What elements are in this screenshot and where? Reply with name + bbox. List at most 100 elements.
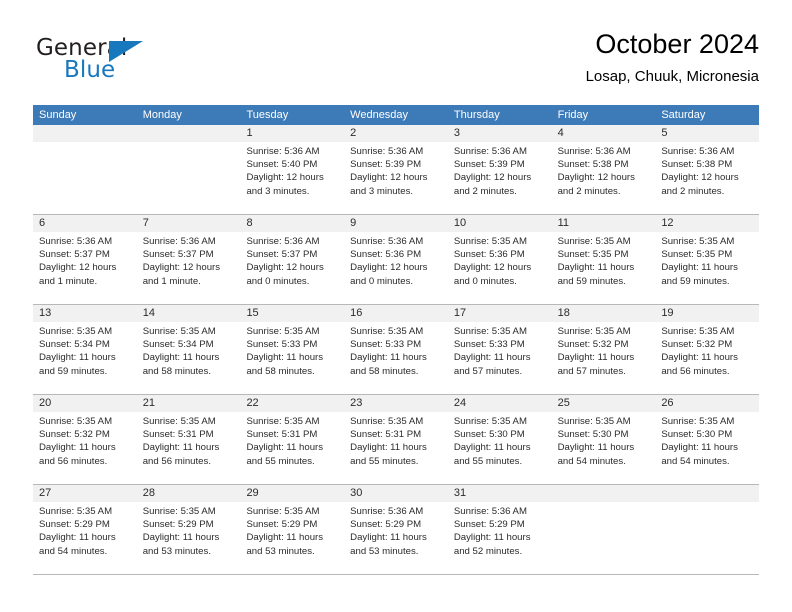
daylight-text-line2: and 59 minutes. bbox=[557, 275, 626, 287]
calendar-day-cell[interactable]: 8 Sunrise: 5:36 AM Sunset: 5:37 PM Daylight… bbox=[240, 215, 345, 304]
day-details: Sunrise: 5:35 AM Sunset: 5:33 PM Daylight:… bbox=[448, 322, 552, 378]
daylight-text-line2: and 1 minute. bbox=[142, 275, 201, 287]
calendar-day-cell[interactable]: 12 Sunrise: 5:35 AM Sunset: 5:35 PM Dayligh… bbox=[655, 215, 760, 304]
day-number: 25 bbox=[551, 395, 656, 412]
calendar-day-cell[interactable]: 30 Sunrise: 5:36 AM Sunset: 5:29 PM Dayligh… bbox=[344, 485, 448, 574]
calendar-day-cell[interactable]: 21 Sunrise: 5:35 AM Sunset: 5:31 PM Dayligh… bbox=[136, 395, 241, 484]
daylight-text-line2: and 0 minutes. bbox=[246, 275, 310, 287]
calendar-week-row: 6 Sunrise: 5:36 AM Sunset: 5:37 PM Daylight… bbox=[33, 215, 760, 305]
general-blue-logo: General Blue bbox=[36, 35, 176, 91]
sunset-text: Sunset: 5:30 PM bbox=[453, 429, 525, 441]
day-number: 9 bbox=[344, 215, 448, 232]
daylight-text-line2: and 55 minutes. bbox=[350, 455, 419, 467]
sunrise-text: Sunrise: 5:36 AM bbox=[350, 236, 424, 247]
daylight-text-line1: Daylight: 11 hours bbox=[350, 442, 427, 454]
weekday-header-sunday: Sunday bbox=[39, 109, 77, 121]
calendar-day-cell[interactable]: 24 Sunrise: 5:35 AM Sunset: 5:30 PM Dayligh… bbox=[447, 395, 552, 484]
sunrise-text: Sunrise: 5:35 AM bbox=[661, 326, 735, 337]
sunrise-text: Sunrise: 5:35 AM bbox=[350, 326, 424, 337]
day-number: 27 bbox=[33, 485, 137, 502]
calendar-day-cell[interactable]: 10 Sunrise: 5:35 AM Sunset: 5:36 PM Dayligh… bbox=[447, 215, 552, 304]
daylight-text-line1: Daylight: 11 hours bbox=[557, 352, 635, 364]
day-details: Sunrise: 5:35 AM Sunset: 5:31 PM Daylight:… bbox=[344, 412, 448, 468]
daylight-text-line2: and 58 minutes. bbox=[246, 365, 315, 377]
calendar-day-cell[interactable]: 7 Sunrise: 5:36 AM Sunset: 5:37 PM Daylight… bbox=[136, 215, 241, 304]
sunset-text: Sunset: 5:34 PM bbox=[39, 339, 110, 351]
day-details: Sunrise: 5:35 AM Sunset: 5:36 PM Daylight:… bbox=[448, 232, 552, 288]
calendar-day-cell[interactable]: 25 Sunrise: 5:35 AM Sunset: 5:30 PM Dayligh… bbox=[551, 395, 656, 484]
daylight-text-line1: Daylight: 11 hours bbox=[350, 352, 427, 364]
calendar-day-cell[interactable]: 29 Sunrise: 5:35 AM Sunset: 5:29 PM Dayligh… bbox=[240, 485, 345, 574]
sunrise-text: Sunrise: 5:36 AM bbox=[350, 506, 424, 517]
calendar-day-cell[interactable]: 22 Sunrise: 5:35 AM Sunset: 5:31 PM Dayligh… bbox=[240, 395, 345, 484]
day-number: 18 bbox=[551, 305, 656, 322]
sunset-text: Sunset: 5:35 PM bbox=[661, 249, 733, 261]
day-number bbox=[655, 485, 760, 502]
calendar-day-cell[interactable]: 9 Sunrise: 5:36 AM Sunset: 5:36 PM Daylight… bbox=[344, 215, 448, 304]
daylight-text-line2: and 57 minutes. bbox=[557, 365, 626, 377]
weekday-header-wednesday: Wednesday bbox=[350, 109, 409, 121]
day-number: 8 bbox=[240, 215, 345, 232]
calendar-day-cell[interactable]: 17 Sunrise: 5:35 AM Sunset: 5:33 PM Dayligh… bbox=[447, 305, 552, 394]
daylight-text-line2: and 53 minutes. bbox=[350, 545, 419, 557]
calendar-day-cell[interactable]: 13 Sunrise: 5:35 AM Sunset: 5:34 PM Dayligh… bbox=[33, 305, 137, 394]
daylight-text-line1: Daylight: 12 hours bbox=[557, 172, 635, 184]
day-details: Sunrise: 5:36 AM Sunset: 5:36 PM Daylight:… bbox=[344, 232, 448, 288]
calendar-day-cell[interactable]: 2 Sunrise: 5:36 AM Sunset: 5:39 PM Daylight… bbox=[344, 125, 448, 214]
sunset-text: Sunset: 5:29 PM bbox=[39, 519, 110, 531]
day-number: 3 bbox=[447, 125, 552, 142]
calendar-day-cell[interactable]: 4 Sunrise: 5:36 AM Sunset: 5:38 PM Daylight… bbox=[551, 125, 656, 214]
calendar-day-cell[interactable]: 27 Sunrise: 5:35 AM Sunset: 5:29 PM Dayligh… bbox=[33, 485, 137, 574]
daylight-text-line1: Daylight: 12 hours bbox=[246, 262, 324, 274]
sunrise-text: Sunrise: 5:35 AM bbox=[39, 326, 113, 337]
day-number: 23 bbox=[344, 395, 448, 412]
day-number: 14 bbox=[136, 305, 241, 322]
daylight-text-line1: Daylight: 12 hours bbox=[350, 262, 428, 274]
sunset-text: Sunset: 5:31 PM bbox=[142, 429, 214, 441]
calendar-day-cell[interactable]: 16 Sunrise: 5:35 AM Sunset: 5:33 PM Dayligh… bbox=[344, 305, 448, 394]
daylight-text-line1: Daylight: 12 hours bbox=[661, 172, 739, 184]
calendar-day-cell[interactable]: 20 Sunrise: 5:35 AM Sunset: 5:32 PM Dayligh… bbox=[33, 395, 137, 484]
daylight-text-line2: and 59 minutes. bbox=[661, 275, 730, 287]
daylight-text-line2: and 55 minutes. bbox=[453, 455, 523, 467]
daylight-text-line2: and 53 minutes. bbox=[246, 545, 315, 557]
calendar-day-cell[interactable]: 15 Sunrise: 5:35 AM Sunset: 5:33 PM Dayligh… bbox=[240, 305, 345, 394]
calendar-day-cell[interactable]: 31 Sunrise: 5:36 AM Sunset: 5:29 PM Dayligh… bbox=[447, 485, 552, 574]
calendar-day-cell[interactable]: 14 Sunrise: 5:35 AM Sunset: 5:34 PM Dayligh… bbox=[136, 305, 241, 394]
day-details: Sunrise: 5:35 AM Sunset: 5:30 PM Daylight:… bbox=[448, 412, 552, 468]
day-details: Sunrise: 5:35 AM Sunset: 5:30 PM Daylight:… bbox=[655, 412, 759, 468]
calendar-day-cell[interactable]: 18 Sunrise: 5:35 AM Sunset: 5:32 PM Dayligh… bbox=[551, 305, 656, 394]
sunset-text: Sunset: 5:39 PM bbox=[350, 159, 422, 171]
calendar-day-cell[interactable]: 28 Sunrise: 5:35 AM Sunset: 5:29 PM Dayligh… bbox=[136, 485, 241, 574]
calendar-week-row: 27 Sunrise: 5:35 AM Sunset: 5:29 PM Dayligh… bbox=[33, 485, 760, 575]
day-number: 17 bbox=[447, 305, 552, 322]
sunrise-text: Sunrise: 5:35 AM bbox=[39, 506, 113, 517]
day-details bbox=[655, 502, 759, 505]
day-details: Sunrise: 5:36 AM Sunset: 5:29 PM Daylight:… bbox=[344, 502, 448, 558]
calendar-day-cell[interactable]: 1 Sunrise: 5:36 AM Sunset: 5:40 PM Daylight… bbox=[240, 125, 345, 214]
sunrise-text: Sunrise: 5:35 AM bbox=[661, 416, 735, 427]
calendar-day-cell[interactable]: 23 Sunrise: 5:35 AM Sunset: 5:31 PM Dayligh… bbox=[344, 395, 448, 484]
calendar-day-cell[interactable]: 3 Sunrise: 5:36 AM Sunset: 5:39 PM Daylight… bbox=[447, 125, 552, 214]
day-details bbox=[552, 502, 656, 505]
day-number: 30 bbox=[344, 485, 448, 502]
day-details: Sunrise: 5:35 AM Sunset: 5:31 PM Daylight:… bbox=[137, 412, 241, 468]
daylight-text-line1: Daylight: 11 hours bbox=[661, 262, 738, 274]
day-details: Sunrise: 5:35 AM Sunset: 5:34 PM Daylight:… bbox=[137, 322, 241, 378]
daylight-text-line1: Daylight: 12 hours bbox=[246, 172, 324, 184]
sunrise-text: Sunrise: 5:35 AM bbox=[246, 506, 320, 517]
daylight-text-line1: Daylight: 12 hours bbox=[453, 262, 532, 274]
daylight-text-line1: Daylight: 11 hours bbox=[39, 442, 116, 454]
title-block: October 2024 Losap, Chuuk, Micronesia bbox=[586, 28, 759, 88]
sunset-text: Sunset: 5:35 PM bbox=[557, 249, 629, 261]
calendar-day-cell[interactable]: 5 Sunrise: 5:36 AM Sunset: 5:38 PM Daylight… bbox=[655, 125, 760, 214]
day-number: 26 bbox=[655, 395, 760, 412]
page-title: October 2024 bbox=[595, 29, 759, 59]
daylight-text-line2: and 55 minutes. bbox=[246, 455, 315, 467]
calendar-day-cell[interactable]: 19 Sunrise: 5:35 AM Sunset: 5:32 PM Dayligh… bbox=[655, 305, 760, 394]
day-details: Sunrise: 5:35 AM Sunset: 5:33 PM Daylight:… bbox=[240, 322, 344, 378]
sunrise-text: Sunrise: 5:35 AM bbox=[39, 416, 113, 427]
calendar-day-cell[interactable]: 6 Sunrise: 5:36 AM Sunset: 5:37 PM Daylight… bbox=[33, 215, 137, 304]
calendar-day-cell[interactable]: 11 Sunrise: 5:35 AM Sunset: 5:35 PM Dayligh… bbox=[551, 215, 656, 304]
calendar-day-cell[interactable]: 26 Sunrise: 5:35 AM Sunset: 5:30 PM Dayligh… bbox=[655, 395, 760, 484]
